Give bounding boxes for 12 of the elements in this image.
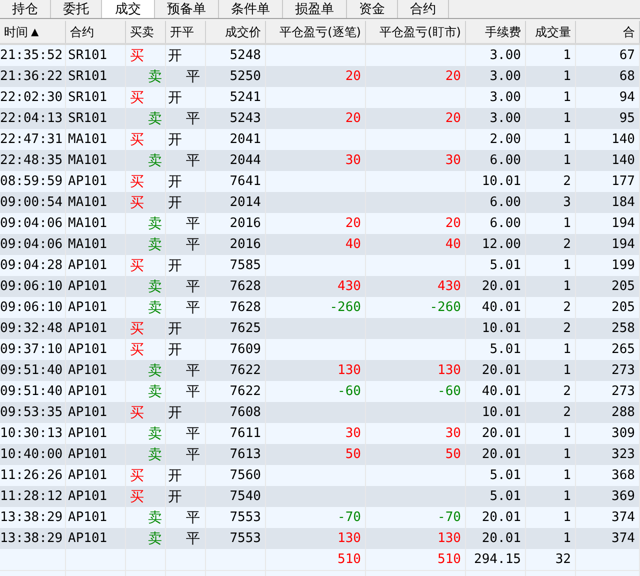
column-header[interactable]: 时间 ▲ [0, 21, 66, 43]
column-header[interactable]: 成交量 [526, 21, 576, 43]
column-header[interactable]: 合约 [66, 21, 126, 43]
column-header[interactable]: 买卖 [126, 21, 166, 43]
column-header[interactable]: 合 [576, 21, 640, 43]
column-header[interactable]: 成交价 [206, 21, 266, 43]
tab[interactable]: 成交 [102, 0, 155, 18]
column-header[interactable]: 手续费 [466, 21, 526, 43]
sort-icon: ▲ [31, 26, 39, 38]
column-header[interactable]: 平仓盈亏(逐笔) [266, 21, 366, 43]
column-header[interactable]: 平仓盈亏(盯市) [366, 21, 466, 43]
column-header[interactable]: 开平 [166, 21, 206, 43]
